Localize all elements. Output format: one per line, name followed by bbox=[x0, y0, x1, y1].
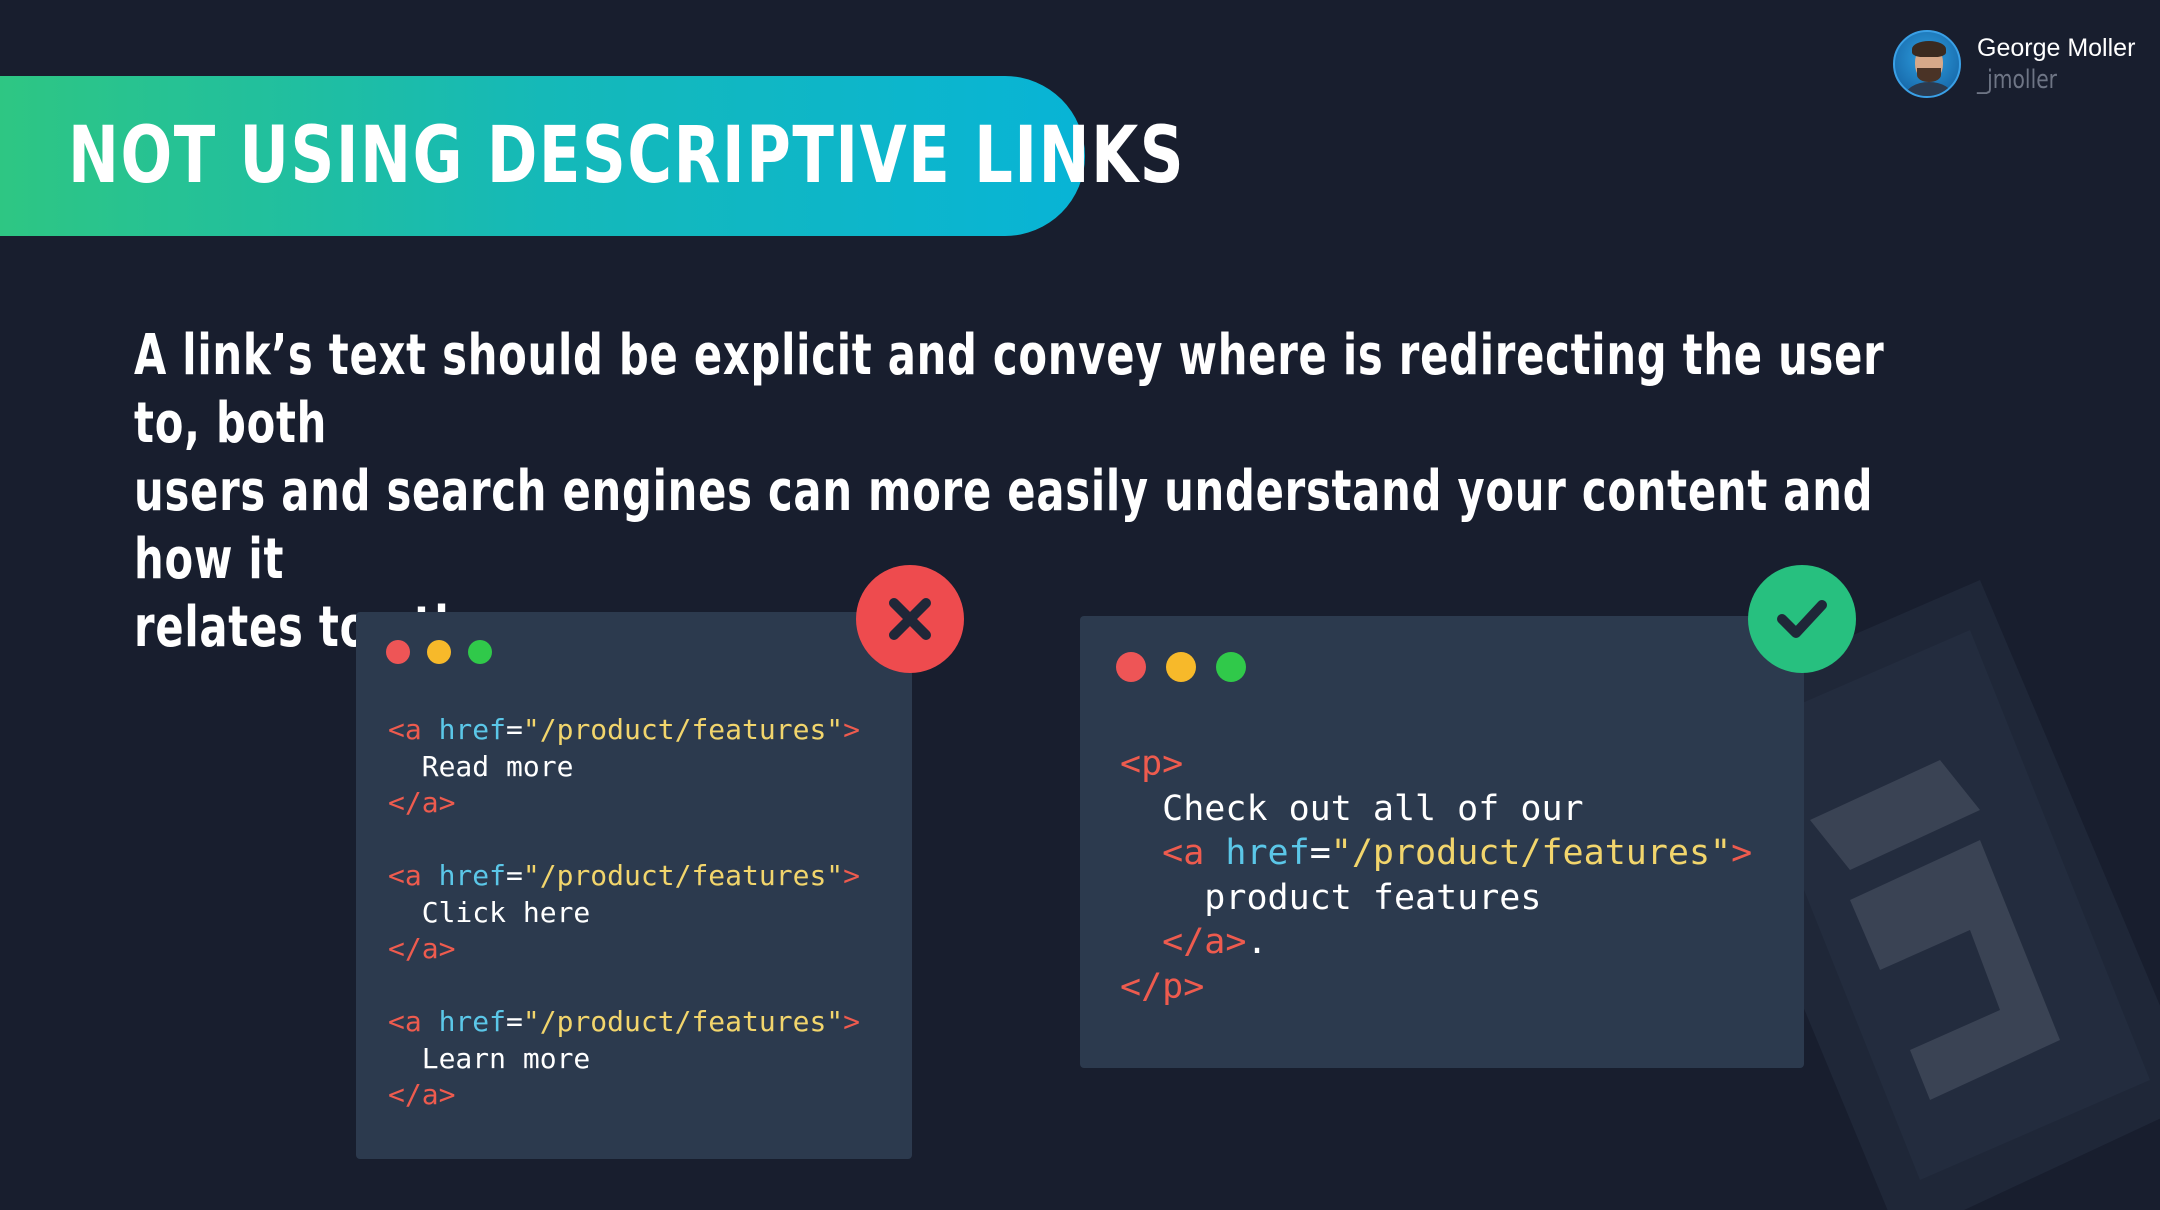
code-line: product features bbox=[1204, 877, 1542, 918]
title-banner: NOT USING DESCRIPTIVE LINKS bbox=[0, 76, 1184, 236]
code-line: <a href="/product/features"> bbox=[388, 713, 861, 746]
description-text: A link’s text should be explicit and con… bbox=[134, 322, 1922, 662]
author-name: George Moller bbox=[1977, 33, 2136, 62]
check-icon bbox=[1777, 600, 1827, 638]
bad-example-code: <a href="/product/features"> Read more <… bbox=[388, 712, 860, 1114]
window-controls bbox=[1116, 652, 1266, 682]
description-line: A link’s text should be explicit and con… bbox=[134, 323, 1885, 456]
code-line: Click here bbox=[421, 895, 591, 929]
code-line: </a> bbox=[388, 786, 456, 819]
code-line: </a> bbox=[388, 932, 456, 965]
correct-badge bbox=[1748, 565, 1856, 673]
x-icon bbox=[889, 598, 931, 640]
code-line: <p> bbox=[1120, 744, 1184, 784]
author-handle: _jmoller bbox=[1977, 64, 2058, 95]
good-example-code-window: <p> Check out all of our <a href="/produ… bbox=[1080, 616, 1804, 1068]
maximize-dot-icon bbox=[1216, 652, 1246, 682]
close-dot-icon bbox=[1116, 652, 1146, 682]
page-title: NOT USING DESCRIPTIVE LINKS bbox=[68, 111, 1186, 201]
minimize-dot-icon bbox=[427, 640, 451, 664]
incorrect-badge bbox=[856, 565, 964, 673]
code-line: </a> bbox=[388, 1078, 456, 1111]
author-info: George Moller _jmoller bbox=[1893, 30, 2135, 98]
minimize-dot-icon bbox=[1166, 652, 1196, 682]
code-line: Check out all of our bbox=[1162, 788, 1584, 829]
code-line: Learn more bbox=[421, 1041, 591, 1075]
close-dot-icon bbox=[386, 640, 410, 664]
description-line: users and search engines can more easily… bbox=[134, 459, 1874, 592]
code-line: <a href="/product/features"> bbox=[1162, 833, 1753, 874]
avatar bbox=[1893, 30, 1961, 98]
good-example-code: <p> Check out all of our <a href="/produ… bbox=[1120, 742, 1752, 1010]
code-line: </a>. bbox=[1162, 922, 1268, 963]
maximize-dot-icon bbox=[468, 640, 492, 664]
code-line: <a href="/product/features"> bbox=[388, 1005, 861, 1038]
code-line: <a href="/product/features"> bbox=[388, 859, 861, 892]
bad-example-code-window: <a href="/product/features"> Read more <… bbox=[356, 612, 912, 1159]
window-controls bbox=[386, 640, 509, 664]
code-line: Read more bbox=[421, 749, 574, 783]
code-line: </p> bbox=[1120, 966, 1205, 1007]
